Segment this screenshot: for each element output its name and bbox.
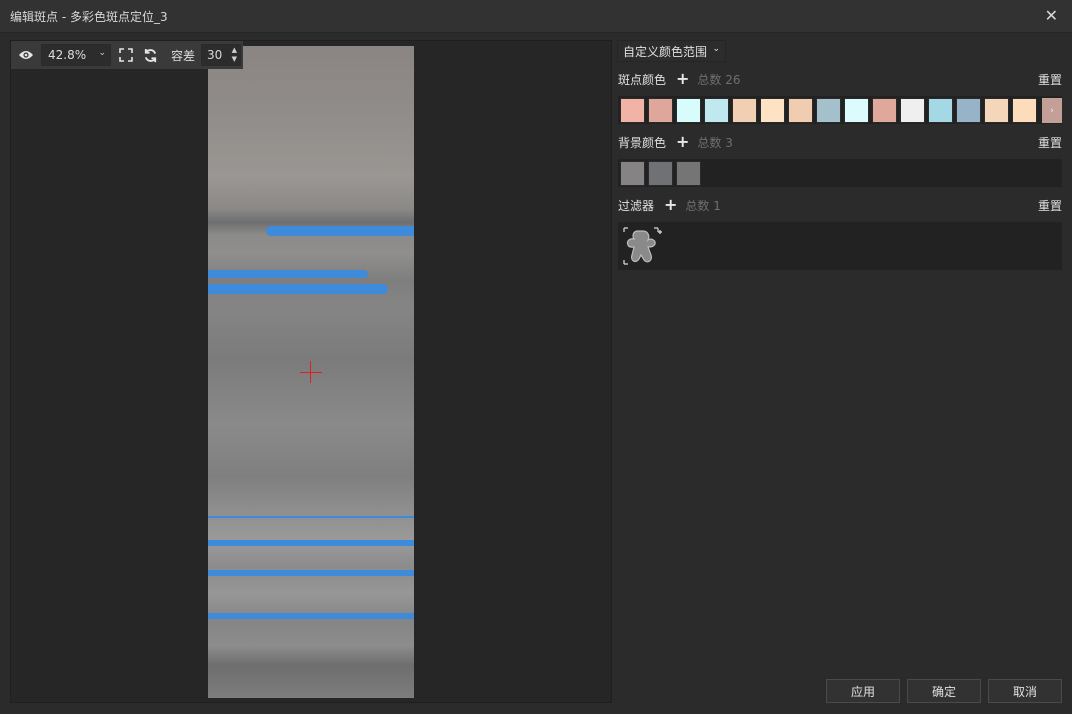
detected-spot — [208, 270, 368, 278]
bg-color-swatch[interactable] — [676, 161, 701, 186]
spot-colors-header: 斑点颜色 + 总数 26 重置 — [618, 70, 1062, 88]
crosshair-vertical — [310, 361, 311, 383]
color-range-dropdown[interactable]: 自定义颜色范围 ⌄ — [617, 40, 726, 62]
spot-color-swatch[interactable] — [844, 98, 869, 123]
spot-color-swatch[interactable] — [760, 98, 785, 123]
zoom-value: 42.8% — [48, 48, 87, 62]
spot-color-swatch[interactable] — [788, 98, 813, 123]
spot-colors-reset-button[interactable]: 重置 — [1038, 71, 1062, 88]
tolerance-value: 30 — [207, 48, 223, 62]
add-spot-color-icon[interactable]: + — [676, 71, 689, 87]
chevron-down-icon: ⌄ — [712, 44, 720, 54]
add-bg-color-icon[interactable]: + — [676, 134, 689, 150]
shape-filter-icon[interactable] — [620, 225, 662, 267]
chevron-down-icon: ⌄ — [98, 48, 106, 58]
filters-reset-button[interactable]: 重置 — [1038, 197, 1062, 214]
spin-arrows-icon[interactable]: ▲ ▼ — [232, 46, 237, 64]
detected-spot — [208, 516, 414, 518]
color-range-value: 自定义颜色范围 — [623, 44, 708, 59]
spot-color-swatch[interactable] — [732, 98, 757, 123]
spot-color-swatch[interactable] — [900, 98, 925, 123]
detected-spot — [208, 570, 414, 576]
spot-color-swatch[interactable] — [816, 98, 841, 123]
crosshair-horizontal — [300, 372, 322, 373]
filters-count: 总数 1 — [685, 198, 721, 213]
bg-color-swatch[interactable] — [620, 161, 645, 186]
apply-button[interactable]: 应用 — [826, 679, 900, 703]
fit-screen-icon[interactable] — [117, 46, 135, 64]
spot-colors-label: 斑点颜色 — [618, 72, 667, 87]
bg-colors-reset-button[interactable]: 重置 — [1038, 134, 1062, 151]
spot-color-swatch[interactable] — [676, 98, 701, 123]
bg-color-swatch[interactable] — [648, 161, 673, 186]
title-bar: 编辑斑点 - 多彩色斑点定位_3 ✕ — [0, 0, 1072, 33]
spot-colors-count: 总数 26 — [697, 72, 741, 87]
refresh-icon[interactable] — [141, 46, 159, 64]
add-filter-icon[interactable]: + — [664, 197, 677, 213]
detected-spot — [208, 284, 388, 294]
filters-label: 过滤器 — [618, 198, 655, 213]
spot-color-swatch[interactable] — [1012, 98, 1037, 123]
bg-colors-list — [618, 159, 1062, 187]
zoom-select[interactable]: 42.8% ⌄ — [41, 44, 111, 66]
filters-list — [618, 222, 1062, 270]
filters-header: 过滤器 + 总数 1 重置 — [618, 196, 1062, 214]
detected-spot — [208, 540, 414, 546]
spot-color-swatch[interactable] — [620, 98, 645, 123]
spot-color-swatch[interactable] — [704, 98, 729, 123]
confirm-button[interactable]: 确定 — [907, 679, 981, 703]
spot-color-swatch[interactable] — [648, 98, 673, 123]
spot-color-swatch[interactable] — [928, 98, 953, 123]
close-icon[interactable]: ✕ — [1045, 6, 1058, 25]
tolerance-spinbox[interactable]: 30 ▲ ▼ — [201, 44, 242, 66]
bg-colors-header: 背景颜色 + 总数 3 重置 — [618, 133, 1062, 151]
bg-colors-count: 总数 3 — [697, 135, 733, 150]
cancel-button[interactable]: 取消 — [988, 679, 1062, 703]
spot-color-swatch[interactable] — [872, 98, 897, 123]
eye-icon[interactable] — [17, 46, 35, 64]
bg-colors-label: 背景颜色 — [618, 135, 667, 150]
detected-spot — [208, 613, 414, 619]
detected-spot — [266, 226, 414, 236]
spot-colors-list: › — [618, 96, 1062, 124]
spot-color-swatch[interactable] — [956, 98, 981, 123]
tolerance-label: 容差 — [171, 48, 196, 63]
spot-color-swatch[interactable] — [984, 98, 1009, 123]
preview-toolbar: 42.8% ⌄ 容差 30 ▲ ▼ — [11, 41, 243, 69]
window-title: 编辑斑点 - 多彩色斑点定位_3 — [10, 10, 168, 24]
scroll-right-icon[interactable]: › — [1042, 98, 1062, 123]
